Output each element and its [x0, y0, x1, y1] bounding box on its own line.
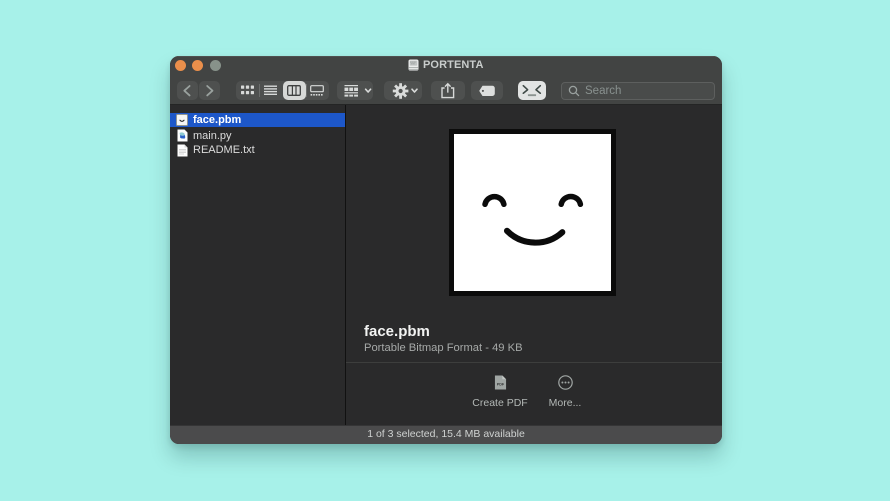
svg-text:PDF: PDF: [496, 382, 504, 386]
